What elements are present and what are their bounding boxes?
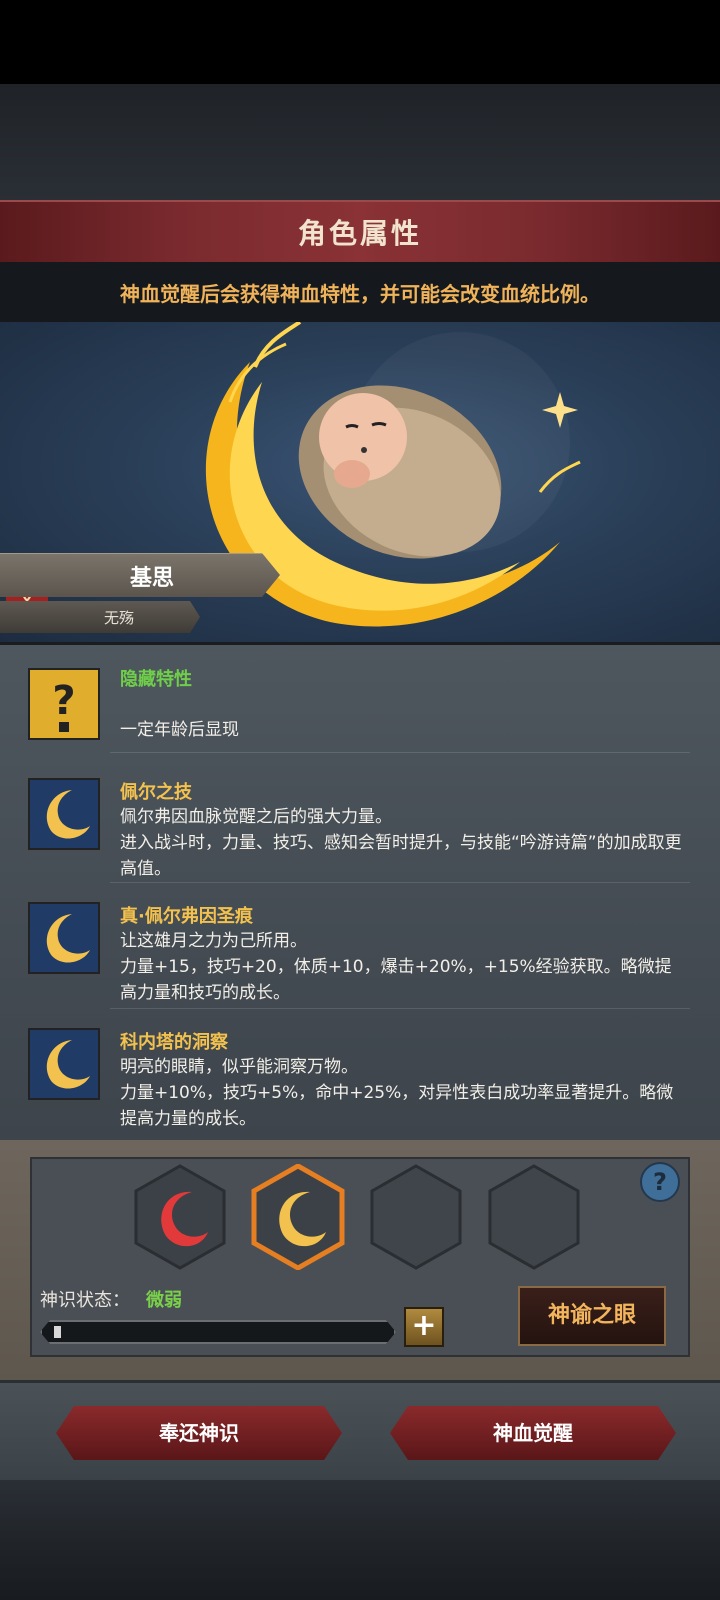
status-label: 神识状态： — [40, 1290, 130, 1311]
svg-text:?: ? — [52, 678, 75, 724]
trait-title: 科内塔的洞察 — [120, 1032, 228, 1053]
notice-bar: 神血觉醒后会获得神血特性，并可能会改变血统比例。 — [0, 262, 720, 322]
trait-desc: 一定年龄后显现 — [120, 720, 239, 740]
header-background — [0, 84, 720, 200]
trait-title: 真·佩尔弗因圣痕 — [120, 906, 253, 927]
question-icon: ? — [28, 668, 100, 740]
character-name: 基思 — [130, 566, 175, 591]
crescent-moon-icon — [28, 1028, 100, 1100]
awareness-progress-bar — [40, 1320, 396, 1344]
trait-desc: 让这雄月之力为己所用。 力量+15，技巧+20，体质+10，爆击+20%，+15… — [120, 931, 672, 1003]
return-divinity-button[interactable]: 奉还神识 — [56, 1406, 342, 1460]
slot-red-crescent[interactable] — [132, 1164, 228, 1270]
subtitle-banner: 无殇 — [0, 601, 200, 633]
trait-desc: 佩尔弗因血脉觉醒之后的强大力量。 进入战斗时，力量、技巧、感知会暂时提升，与技能… — [120, 807, 682, 879]
trait-title: 佩尔之技 — [120, 782, 192, 803]
add-button[interactable]: + — [404, 1307, 444, 1347]
divider — [110, 882, 690, 883]
help-button[interactable]: ? — [640, 1162, 680, 1202]
slot-gold-crescent[interactable] — [250, 1164, 346, 1270]
crescent-moon-icon — [28, 902, 100, 974]
divine-awaken-button[interactable]: 神血觉醒 — [390, 1406, 676, 1460]
status-bar-area — [0, 0, 720, 84]
crescent-moon-icon — [28, 778, 100, 850]
bottom-background — [0, 1480, 720, 1600]
trait-title: 隐藏特性 — [120, 669, 192, 690]
page-title: 角色属性 — [297, 217, 422, 250]
character-subtitle: 无殇 — [104, 609, 135, 627]
notice-text: 神血觉醒后会获得神血特性，并可能会改变血统比例。 — [120, 281, 600, 306]
slot-empty[interactable] — [368, 1164, 464, 1270]
divider — [110, 752, 690, 753]
name-banner: 基思 — [0, 553, 280, 597]
status-value: 微弱 — [146, 1290, 182, 1311]
slot-empty[interactable] — [486, 1164, 582, 1270]
oracle-eye-button[interactable]: 神谕之眼 — [518, 1286, 666, 1346]
trait-desc: 明亮的眼睛，似乎能洞察万物。 力量+10%，技巧+5%，命中+25%，对异性表白… — [120, 1057, 674, 1129]
progress-fill — [54, 1326, 61, 1338]
divider — [110, 1008, 690, 1009]
title-bar: 角色属性 — [0, 200, 720, 264]
